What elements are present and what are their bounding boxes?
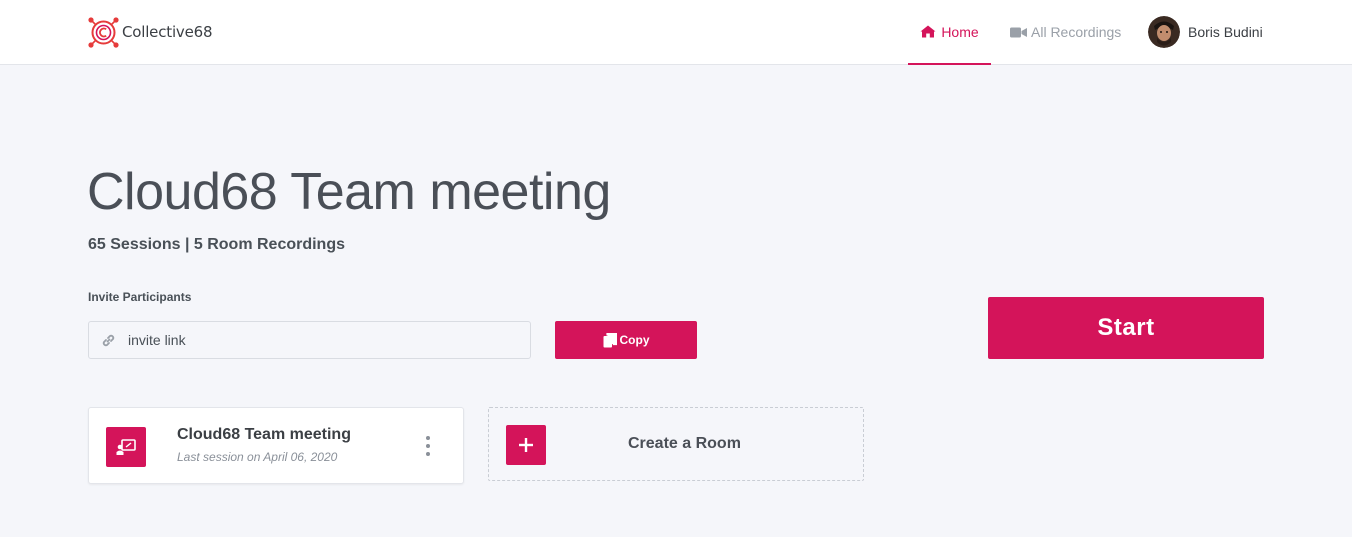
plus-icon (506, 425, 546, 465)
room-title: Cloud68 Team meeting (87, 163, 611, 221)
user-name: Boris Budini (1188, 24, 1263, 40)
invite-link-input[interactable] (128, 332, 508, 348)
nav-all-recordings-link[interactable]: All Recordings (1010, 0, 1121, 64)
copy-button-label: Copy (619, 333, 650, 347)
user-menu[interactable]: Boris Budini (1148, 0, 1263, 64)
brand-name: Collective68 (122, 23, 213, 41)
room-stats: 65 Sessions | 5 Room Recordings (88, 236, 345, 253)
copy-button[interactable]: Copy (555, 321, 697, 359)
video-camera-icon (1010, 27, 1027, 37)
create-room-card[interactable]: Create a Room (488, 407, 864, 481)
nav-home-label: Home (941, 23, 979, 40)
room-card[interactable]: Cloud68 Team meeting Last session on Apr… (88, 407, 464, 484)
start-button[interactable]: Start (988, 297, 1264, 359)
avatar (1148, 16, 1180, 48)
link-icon (102, 334, 115, 346)
nav-all-recordings-label: All Recordings (1031, 24, 1122, 40)
home-icon (920, 25, 936, 38)
room-card-menu-icon[interactable] (423, 436, 433, 456)
invite-participants-label: Invite Participants (88, 290, 192, 304)
invite-link-field[interactable] (88, 321, 531, 359)
room-card-name: Cloud68 Team meeting (177, 426, 351, 443)
create-room-label: Create a Room (628, 435, 741, 452)
room-card-last-session: Last session on April 06, 2020 (177, 450, 338, 464)
brand[interactable]: Collective68 (87, 15, 213, 49)
collective68-logo-icon (88, 16, 119, 48)
presentation-icon (116, 438, 136, 455)
nav-home-link[interactable]: Home (908, 0, 991, 65)
top-navbar: Collective68 Home All Recordings Boris B… (0, 0, 1352, 65)
copy-icon (603, 332, 617, 347)
room-card-icon-box (106, 427, 146, 467)
